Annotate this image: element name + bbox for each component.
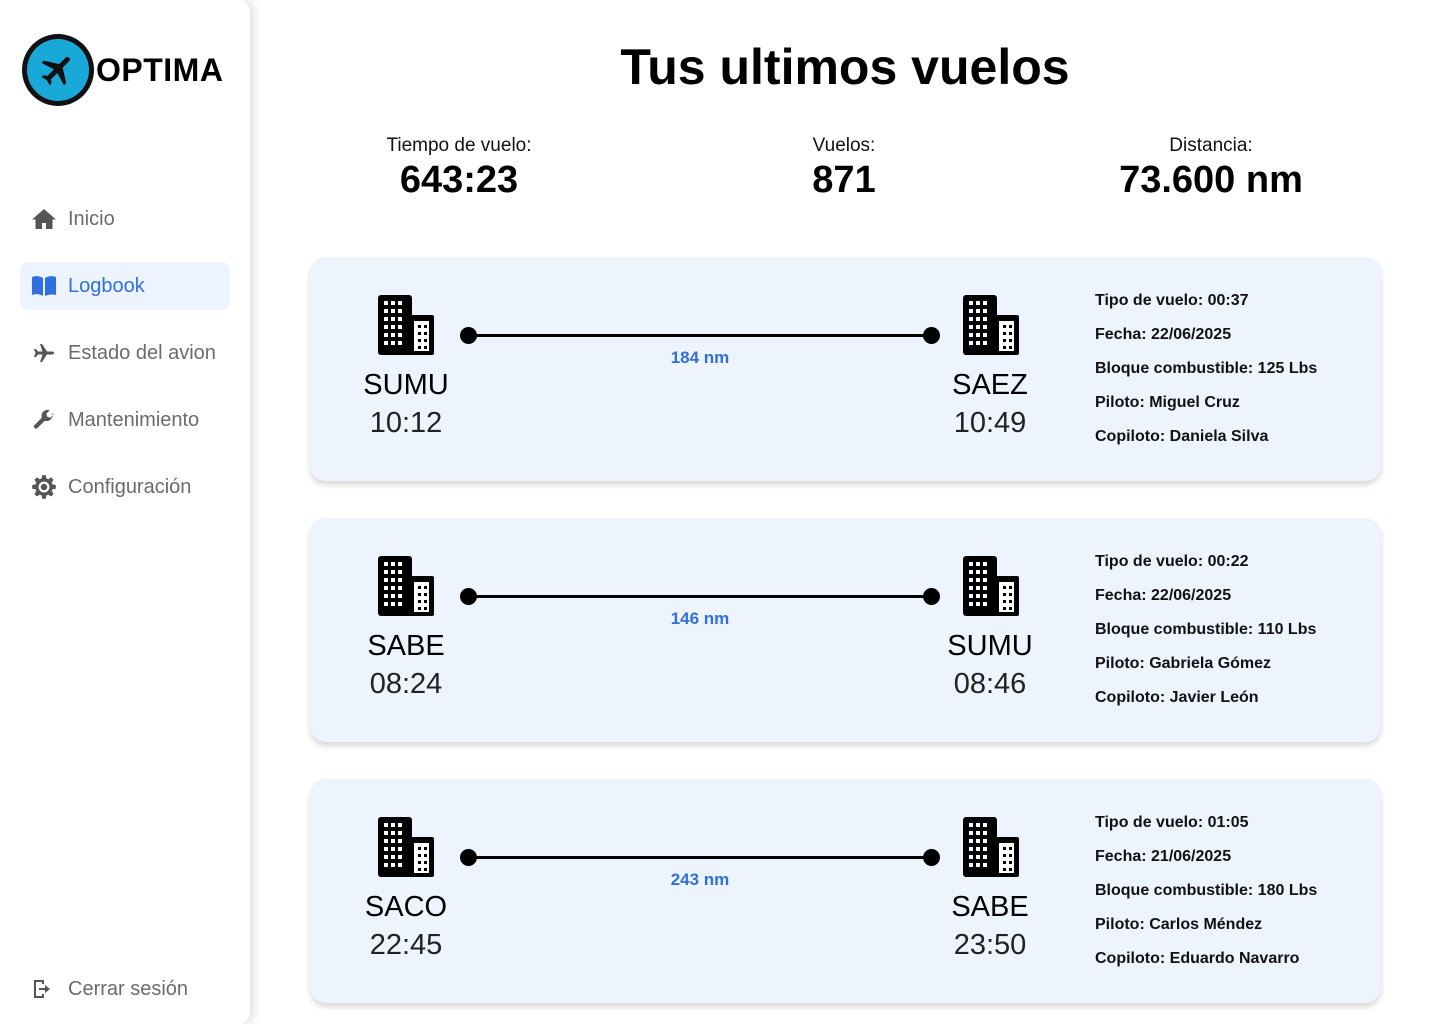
flight-details: Tipo de vuelo: 00:37 Fecha: 22/06/2025 B… [1095,291,1317,461]
pilot: Piloto: Carlos Méndez [1095,916,1263,933]
origin-code: SABE [367,630,445,662]
building-icon [378,556,434,616]
flight-type: Tipo de vuelo: 00:37 [1095,292,1249,309]
flight-type: Tipo de vuelo: 00:22 [1095,553,1249,570]
plane-icon [30,339,58,367]
flight-card[interactable]: SUMU 10:12 184 nm SAEZ 10:49 Tipo de vue… [310,257,1381,481]
departure-time: 08:24 [369,668,443,700]
route-destination-dot [923,588,940,605]
destination-code: SAEZ [952,369,1028,401]
fuel-block: Bloque combustible: 125 Lbs [1095,360,1318,377]
flight-date: Fecha: 22/06/2025 [1095,326,1232,343]
building-icon [378,817,434,877]
stat-value: 643:23 [399,159,519,201]
sidebar-item-label: Configuración [68,475,192,498]
fuel-block: Bloque combustible: 180 Lbs [1095,882,1318,899]
wrench-icon [30,406,58,434]
sidebar-nav: Inicio Logbook Estado del avion Mantenim… [20,195,230,530]
sidebar-item-logbook[interactable]: Logbook [20,262,230,310]
building-icon [963,817,1019,877]
gear-icon [30,473,58,501]
sidebar: OPTIMA Inicio Logbook Estado del avion M… [0,0,250,1024]
logout-container: Cerrar sesión [20,965,230,1024]
fuel-block: Bloque combustible: 110 Lbs [1095,621,1317,638]
sidebar-item-mantenimiento[interactable]: Mantenimiento [20,396,230,444]
book-icon [30,272,58,300]
route-line [468,334,932,337]
route-distance: 184 nm [670,348,730,367]
home-icon [30,205,58,233]
logout-button[interactable]: Cerrar sesión [20,965,230,1013]
flight-date: Fecha: 21/06/2025 [1095,848,1232,865]
sidebar-item-label: Mantenimiento [68,408,200,431]
pilot: Piloto: Miguel Cruz [1095,394,1240,411]
stat-label: Distancia: [1169,135,1253,156]
arrival-time: 10:49 [953,407,1027,439]
stat-flight-time: Tiempo de vuelo: 643:23 [309,135,609,202]
destination-code: SABE [951,891,1029,923]
departure-time: 22:45 [369,929,443,961]
arrival-time: 23:50 [953,929,1027,961]
pilot: Piloto: Gabriela Gómez [1095,655,1272,672]
sidebar-item-label: Logbook [68,274,145,297]
route-line [468,595,932,598]
stats-row: Tiempo de vuelo: 643:23 Vuelos: 871 Dist… [250,135,1440,215]
route-distance: 146 nm [670,609,730,628]
sidebar-item-inicio[interactable]: Inicio [20,195,230,243]
logo-plane-icon [22,34,94,106]
flight-details: Tipo de vuelo: 00:22 Fecha: 22/06/2025 B… [1095,552,1316,722]
stat-value: 73.600 nm [1119,159,1303,201]
origin-code: SUMU [363,369,449,401]
logout-icon [30,975,58,1003]
stat-flights: Vuelos: 871 [694,135,994,202]
building-icon [963,556,1019,616]
flight-type: Tipo de vuelo: 01:05 [1095,814,1249,831]
flight-details: Tipo de vuelo: 01:05 Fecha: 21/06/2025 B… [1095,813,1317,983]
sidebar-item-estado-del-avion[interactable]: Estado del avion [20,329,230,377]
stat-value: 871 [812,159,876,201]
flight-card[interactable]: SABE 08:24 146 nm SUMU 08:46 Tipo de vue… [310,518,1381,742]
route-line [468,856,932,859]
copilot: Copiloto: Daniela Silva [1095,428,1269,445]
departure-time: 10:12 [369,407,443,439]
stat-distance: Distancia: 73.600 nm [1061,135,1361,202]
copilot: Copiloto: Javier León [1095,689,1259,706]
route-destination-dot [923,849,940,866]
main-content: Tus ultimos vuelos Tiempo de vuelo: 643:… [250,0,1440,1024]
building-icon [963,295,1019,355]
destination-code: SUMU [947,630,1033,662]
logout-label: Cerrar sesión [68,977,189,1000]
brand-name: OPTIMA [96,51,224,88]
page-title: Tus ultimos vuelos [620,39,1070,95]
arrival-time: 08:46 [953,668,1027,700]
brand[interactable]: OPTIMA [22,34,223,106]
route-distance: 243 nm [670,870,730,889]
stat-label: Vuelos: [812,135,876,156]
copilot: Copiloto: Eduardo Navarro [1095,950,1300,967]
sidebar-item-configuracion[interactable]: Configuración [20,463,230,511]
sidebar-item-label: Estado del avion [68,341,216,364]
flight-date: Fecha: 22/06/2025 [1095,587,1232,604]
origin-code: SACO [364,891,448,923]
flight-card[interactable]: SACO 22:45 243 nm SABE 23:50 Tipo de vue… [310,779,1381,1003]
route-destination-dot [923,327,940,344]
sidebar-item-label: Inicio [68,207,115,230]
building-icon [378,295,434,355]
stat-label: Tiempo de vuelo: [386,135,532,156]
